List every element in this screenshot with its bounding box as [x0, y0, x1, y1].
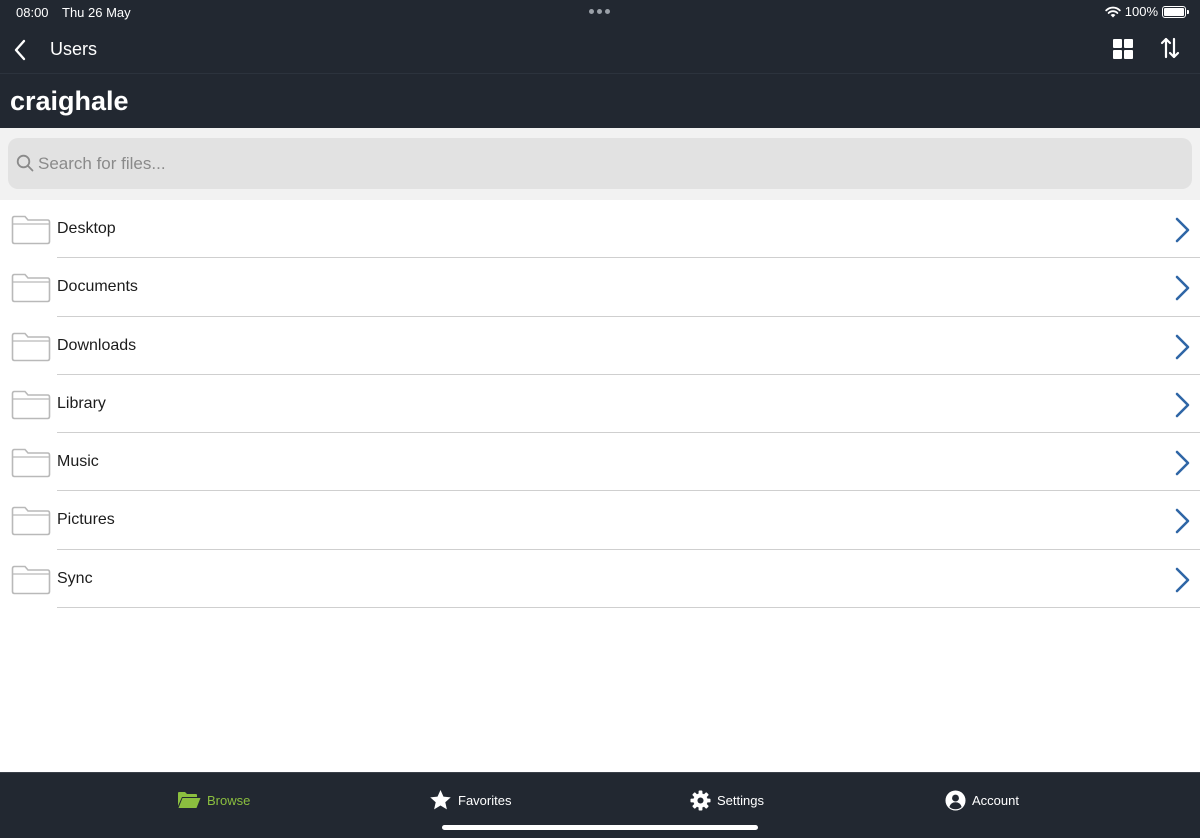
tab-bar: Browse Favorites Settings Account [0, 772, 1200, 838]
gear-icon [690, 789, 711, 811]
tab-settings[interactable]: Settings [690, 788, 764, 812]
list-item-documents[interactable]: Documents [0, 258, 1200, 317]
battery-percent: 100% [1124, 4, 1158, 19]
back-button[interactable] [8, 36, 32, 64]
search-box[interactable] [8, 138, 1192, 189]
chevron-right-icon [1175, 275, 1190, 301]
search-icon [16, 154, 34, 172]
tab-label: Settings [717, 792, 764, 808]
chevron-right-icon [1175, 450, 1190, 476]
file-name: Documents [57, 278, 138, 296]
row-divider [57, 607, 1200, 609]
sort-button[interactable] [1160, 36, 1184, 64]
grid-view-icon [1113, 39, 1133, 59]
tab-label: Account [972, 792, 1019, 808]
star-icon [430, 789, 451, 810]
folder-icon [11, 390, 51, 420]
chevron-right-icon [1175, 509, 1190, 534]
file-name: Pictures [57, 511, 115, 529]
wifi-icon [1105, 6, 1121, 17]
file-name: Music [57, 453, 99, 471]
file-name: Sync [57, 569, 93, 587]
status-bar: 08:00 Thu 26 May 100% [0, 0, 1200, 24]
chevron-right-icon [1175, 217, 1190, 243]
list-item-downloads[interactable]: Downloads [0, 317, 1200, 375]
folder-icon [11, 448, 51, 478]
file-name: Library [57, 394, 106, 412]
status-time: 08:00 [16, 5, 49, 20]
tab-account[interactable]: Account [945, 788, 1019, 812]
header: 08:00 Thu 26 May 100% Users craighale [0, 0, 1200, 128]
file-name: Desktop [57, 220, 116, 237]
grid-view-button[interactable] [1112, 38, 1136, 62]
chevron-right-icon [1175, 392, 1190, 418]
folder-icon [11, 273, 51, 303]
tab-label: Favorites [458, 792, 512, 808]
tab-label: Browse [207, 792, 251, 808]
page-title: craighale [10, 86, 129, 116]
folder-open-icon [178, 792, 201, 808]
user-circle-icon [945, 789, 966, 811]
nav-bar: Users [0, 28, 1200, 72]
list-item-desktop[interactable]: Desktop [0, 200, 1200, 259]
list-item-library[interactable]: Library [0, 375, 1200, 434]
status-date: Thu 26 May [62, 5, 131, 20]
tab-favorites[interactable]: Favorites [429, 788, 511, 812]
multitasking-dots-icon[interactable] [589, 9, 610, 14]
list-item-sync[interactable]: Sync [0, 550, 1200, 609]
nav-divider [0, 73, 1200, 74]
folder-icon [11, 507, 51, 536]
list-item-pictures[interactable]: Pictures [0, 491, 1200, 550]
folder-icon [11, 565, 51, 595]
chevron-right-icon [1175, 334, 1190, 359]
battery-icon [1162, 5, 1189, 18]
back-chevron-icon [14, 39, 26, 61]
file-list: Desktop Documents Downloads Library Musi… [0, 200, 1200, 609]
search-input[interactable] [38, 138, 1178, 189]
file-name: Downloads [57, 336, 137, 354]
status-right: 100% [1105, 4, 1189, 19]
tab-browse[interactable]: Browse [177, 788, 250, 812]
home-indicator[interactable] [442, 825, 758, 830]
search-area [0, 128, 1200, 200]
back-label[interactable]: Users [50, 39, 97, 60]
folder-icon [11, 332, 51, 361]
folder-icon [11, 215, 51, 245]
chevron-right-icon [1175, 567, 1190, 593]
list-item-music[interactable]: Music [0, 433, 1200, 492]
sort-icon [1160, 37, 1180, 59]
